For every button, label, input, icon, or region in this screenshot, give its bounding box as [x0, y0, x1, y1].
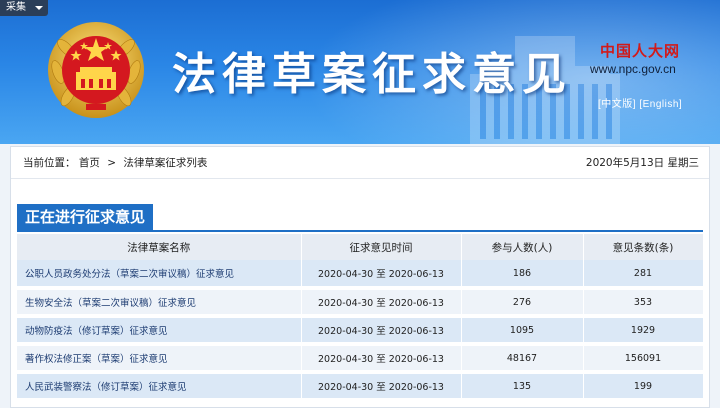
- table-row: 人民武装警察法（修订草案）征求意见 2020-04-30 至 2020-06-1…: [17, 372, 704, 402]
- breadcrumb: 当前位置： 首页 > 法律草案征求列表: [23, 147, 207, 179]
- main-content-card: 当前位置： 首页 > 法律草案征求列表 2020年5月13日 星期三 正在进行征…: [10, 146, 710, 408]
- breadcrumb-home-link[interactable]: 首页: [79, 157, 100, 169]
- breadcrumb-current-link[interactable]: 法律草案征求列表: [123, 157, 207, 169]
- bill-period: 2020-04-30 至 2020-06-13: [301, 260, 462, 290]
- column-header-name: 法律草案名称: [17, 234, 302, 260]
- breadcrumb-separator: >: [107, 157, 116, 169]
- column-header-opinions: 意见条数(条): [583, 234, 704, 260]
- bill-name-link[interactable]: 著作权法修正案（草案）征求意见: [17, 344, 302, 374]
- bill-opinions: 156091: [583, 344, 704, 374]
- bill-opinions: 1929: [583, 316, 704, 346]
- collect-dropdown-button[interactable]: 采集: [0, 0, 48, 16]
- bill-period: 2020-04-30 至 2020-06-13: [301, 316, 462, 346]
- table-row: 公职人员政务处分法（草案二次审议稿）征求意见 2020-04-30 至 2020…: [17, 260, 704, 290]
- bill-participants: 135: [461, 372, 584, 402]
- breadcrumb-bar: 当前位置： 首页 > 法律草案征求列表 2020年5月13日 星期三: [11, 147, 709, 179]
- column-header-period: 征求意见时间: [301, 234, 462, 260]
- bill-period: 2020-04-30 至 2020-06-13: [301, 344, 462, 374]
- bill-opinions: 199: [583, 372, 704, 402]
- national-emblem-icon: [48, 22, 144, 118]
- npc-url-link[interactable]: www.npc.gov.cn: [590, 62, 676, 76]
- bill-opinions: 281: [583, 260, 704, 290]
- section-title: 正在进行征求意见: [17, 204, 154, 230]
- section-divider: [17, 230, 703, 232]
- column-header-participants: 参与人数(人): [461, 234, 584, 260]
- table-row: 动物防疫法（修订草案）征求意见 2020-04-30 至 2020-06-13 …: [17, 316, 704, 346]
- lang-chinese-link[interactable]: [中文版]: [598, 99, 636, 110]
- language-switcher: [中文版] [English]: [598, 95, 682, 110]
- bill-participants: 276: [461, 288, 584, 318]
- table-row: 著作权法修正案（草案）征求意见 2020-04-30 至 2020-06-13 …: [17, 344, 704, 374]
- bill-opinions: 353: [583, 288, 704, 318]
- table-row: 生物安全法（草案二次审议稿）征求意见 2020-04-30 至 2020-06-…: [17, 288, 704, 318]
- bills-table: 法律草案名称 征求意见时间 参与人数(人) 意见条数(条) 公职人员政务处分法（…: [17, 234, 704, 402]
- bill-name-link[interactable]: 人民武装警察法（修订草案）征求意见: [17, 372, 302, 402]
- chevron-down-icon: [35, 6, 43, 10]
- breadcrumb-prefix: 当前位置：: [23, 157, 76, 169]
- bill-participants: 48167: [461, 344, 584, 374]
- table-header-row: 法律草案名称 征求意见时间 参与人数(人) 意见条数(条): [17, 234, 704, 260]
- banner-title: 法律草案征求意见: [172, 49, 572, 100]
- bill-name-link[interactable]: 公职人员政务处分法（草案二次审议稿）征求意见: [17, 260, 302, 290]
- lang-english-link[interactable]: [English]: [639, 99, 682, 110]
- bill-period: 2020-04-30 至 2020-06-13: [301, 372, 462, 402]
- bill-participants: 1095: [461, 316, 584, 346]
- bill-participants: 186: [461, 260, 584, 290]
- header-banner: 采集 法律草案征求意见 中国人大网 www.npc.gov.cn [中文版] […: [0, 0, 720, 144]
- bill-name-link[interactable]: 动物防疫法（修订草案）征求意见: [17, 316, 302, 346]
- current-date: 2020年5月13日 星期三: [585, 157, 699, 169]
- bill-name-link[interactable]: 生物安全法（草案二次审议稿）征求意见: [17, 288, 302, 318]
- collect-label: 采集: [6, 2, 26, 13]
- npc-logo[interactable]: 中国人大网: [600, 40, 680, 61]
- bill-period: 2020-04-30 至 2020-06-13: [301, 288, 462, 318]
